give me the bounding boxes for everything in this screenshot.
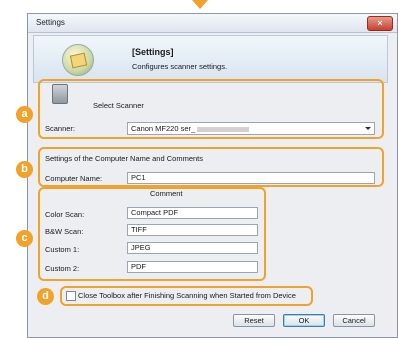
title-bar: Settings × bbox=[28, 14, 397, 33]
bw-scan-label: B&W Scan: bbox=[45, 227, 84, 236]
scanner-icon bbox=[52, 84, 68, 104]
comment-header: Comment bbox=[150, 189, 183, 198]
scanner-settings-icon bbox=[62, 44, 94, 76]
close-button[interactable]: × bbox=[367, 16, 393, 31]
cancel-button[interactable]: Cancel bbox=[333, 314, 375, 327]
bw-scan-input[interactable]: TIFF bbox=[127, 224, 258, 236]
scanner-select[interactable]: Canon MF220 ser_ bbox=[127, 122, 375, 135]
scanner-field-label: Scanner: bbox=[45, 124, 76, 133]
header-description: Configures scanner settings. bbox=[132, 62, 228, 71]
chevron-down-icon bbox=[365, 127, 371, 130]
custom1-label: Custom 1: bbox=[45, 245, 80, 254]
custom2-input[interactable]: PDF bbox=[127, 261, 258, 273]
computer-section-label: Settings of the Computer Name and Commen… bbox=[45, 154, 203, 163]
badge-b: b bbox=[16, 161, 33, 178]
reset-button[interactable]: Reset bbox=[233, 314, 275, 327]
header-title: [Settings] bbox=[132, 47, 174, 57]
computer-name-label: Computer Name: bbox=[45, 174, 103, 183]
redacted-text bbox=[197, 126, 250, 132]
badge-c: c bbox=[16, 230, 33, 247]
computer-name-input[interactable]: PC1 bbox=[127, 172, 375, 184]
badge-d: d bbox=[37, 288, 54, 305]
custom1-input[interactable]: JPEG bbox=[127, 242, 258, 254]
close-toolbox-checkbox[interactable] bbox=[66, 291, 76, 301]
select-scanner-label: Select Scanner bbox=[93, 101, 144, 110]
badge-a: a bbox=[16, 106, 33, 123]
color-scan-label: Color Scan: bbox=[45, 210, 85, 219]
scanner-select-value: Canon MF220 ser_ bbox=[131, 124, 196, 133]
close-toolbox-label: Close Toolbox after Finishing Scanning w… bbox=[78, 291, 296, 300]
pointer-arrow-icon bbox=[192, 0, 208, 9]
custom2-label: Custom 2: bbox=[45, 264, 80, 273]
header-panel: [Settings] Configures scanner settings. bbox=[33, 35, 388, 83]
window-title: Settings bbox=[36, 18, 65, 27]
ok-button[interactable]: OK bbox=[283, 314, 325, 327]
color-scan-input[interactable]: Compact PDF bbox=[127, 207, 258, 219]
